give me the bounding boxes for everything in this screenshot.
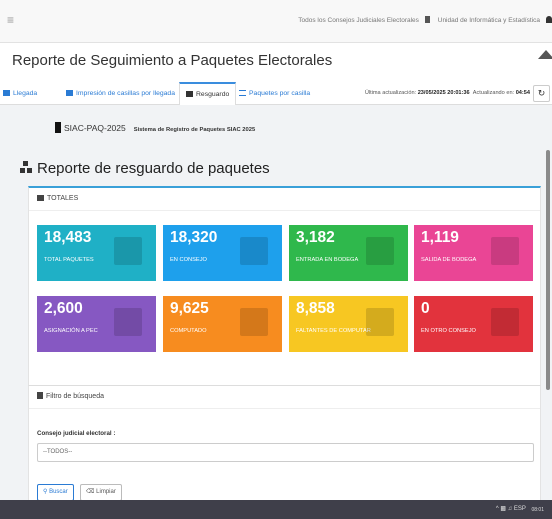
tile-computado: 9,625 COMPUTADO [163,296,282,352]
boxes-icon [20,161,33,174]
countdown-prefix: Actualizando en: [472,90,515,96]
update-datetime: 23/05/2025 20:01:36 [417,90,470,96]
report-title: Reporte de resguardo de paquetes [20,160,270,177]
tile-label: SALIDA DE BODEGA [421,257,477,263]
tile-en-consejo: 18,320 EN CONSEJO [163,225,282,281]
totals-heading: TOTALES [29,188,540,211]
tile-label: ENTRADA EN BODEGA [296,257,359,263]
tab-label: Impresión de casillas por llegada [76,90,175,97]
system-name: Sistema de Registro de Paquetes SIAC 202… [133,127,256,133]
tab-impresion[interactable]: Impresión de casillas por llegada [66,83,175,104]
search-icon: ⚲ [43,489,48,495]
bank-icon [37,195,44,201]
hamburger-menu-icon[interactable]: ≡ [7,13,14,27]
calendar-icon [3,90,10,96]
tile-total-paquetes: 18,483 TOTAL PAQUETES [37,225,156,281]
language-indicator[interactable]: ESP [514,506,526,512]
chevron-up-icon[interactable]: ^ [496,506,499,512]
filter-heading-text: Filtro de búsqueda [46,393,104,400]
page-title: Reporte de Seguimiento a Paquetes Electo… [12,52,333,69]
calendar-icon [66,90,73,96]
system-header: SIAC-PAQ-2025 Sistema de Registro de Paqu… [55,122,255,133]
search-button[interactable]: ⚲ Buscar [37,484,74,500]
network-icon[interactable]: ▩ [500,506,506,512]
eraser-icon: ⌫ [86,489,95,495]
council-field-label: Consejo judicial electoral : [37,430,116,437]
report-title-text: Reporte de resguardo de paquetes [37,160,270,177]
open-box-icon [366,308,394,336]
tile-label: FALTANTES DE COMPUTAR [296,328,371,334]
clock[interactable]: 08:01 [531,508,544,513]
tile-value: 18,320 [170,229,218,246]
system-tray: ^ ▩ ♫ ESP 08:01 [496,505,544,513]
tile-value: 18,483 [44,229,92,246]
user-icon[interactable] [546,16,552,23]
tab-llegada[interactable]: Llegada [3,83,37,104]
warehouse-icon [491,237,519,265]
unit-label[interactable]: Unidad de Informática y Estadística [438,17,540,24]
flag-icon [55,122,61,133]
filter-panel: Filtro de búsqueda Consejo judicial elec… [28,385,541,500]
search-button-label: Buscar [49,489,68,495]
top-links: Todos los Consejos Judiciales Electorale… [292,16,552,24]
totals-panel: TOTALES 18,483 TOTAL PAQUETES 18,320 EN … [28,186,541,388]
refresh-icon: ↻ [537,88,546,98]
warehouse-icon [366,237,394,265]
tile-label: EN CONSEJO [170,257,207,263]
system-code: SIAC-PAQ-2025 [64,123,126,133]
tile-en-otro-consejo: 0 EN OTRO CONSEJO [414,296,533,352]
tab-paquetes-por-casilla[interactable]: Paquetes por casilla [239,83,310,104]
tab-resguardo[interactable]: Resguardo [179,82,237,106]
tile-label: ASIGNACIÓN A PEC [44,328,98,334]
tile-value: 2,600 [44,300,83,317]
monitor-icon [240,308,268,336]
top-navbar: ≡ Todos los Consejos Judiciales Electora… [0,0,552,43]
filter-heading: Filtro de búsqueda [29,386,540,409]
clear-button[interactable]: ⌫ Limpiar [80,484,122,500]
update-status: Última actualización: 23/05/2025 20:01:3… [365,90,530,96]
tile-salida-bodega: 1,119 SALIDA DE BODEGA [414,225,533,281]
volume-icon[interactable]: ♫ [508,506,513,512]
countdown-value: 04:54 [515,90,530,96]
tile-faltantes-computar: 8,858 FALTANTES DE COMPUTAR [289,296,408,352]
tile-value: 3,182 [296,229,335,246]
tile-asignacion-pec: 2,600 ASIGNACIÓN A PEC [37,296,156,352]
tile-value: 0 [421,300,430,317]
filter-icon [37,392,43,399]
refresh-button[interactable]: ↻ [533,85,550,102]
boxes-icon [186,91,193,97]
tab-label: Resguardo [196,91,230,98]
route-icon [491,308,519,336]
people-icon [114,308,142,336]
tile-label: COMPUTADO [170,328,207,334]
clear-button-label: Limpiar [96,489,116,495]
database-icon [424,16,430,23]
box-icon [240,237,268,265]
boxes-icon [114,237,142,265]
totals-heading-text: TOTALES [47,195,79,202]
tile-value: 1,119 [421,229,459,246]
os-taskbar: ^ ▩ ♫ ESP 08:01 [0,500,552,519]
council-select[interactable]: --TODOS-- [37,443,534,462]
tile-value: 8,858 [296,300,335,317]
update-prefix: Última actualización: [364,90,417,96]
home-icon[interactable] [538,50,552,59]
list-icon [239,90,246,96]
council-selector-link[interactable]: Todos los Consejos Judiciales Electorale… [298,17,419,24]
main-content: SIAC-PAQ-2025 Sistema de Registro de Paqu… [0,105,552,500]
scrollbar[interactable] [546,150,550,390]
tab-label: Llegada [13,90,38,97]
tile-value: 9,625 [170,300,209,317]
tile-entrada-bodega: 3,182 ENTRADA EN BODEGA [289,225,408,281]
tile-label: TOTAL PAQUETES [44,257,94,263]
tab-label: Paquetes por casilla [249,90,311,97]
tile-label: EN OTRO CONSEJO [421,328,476,334]
